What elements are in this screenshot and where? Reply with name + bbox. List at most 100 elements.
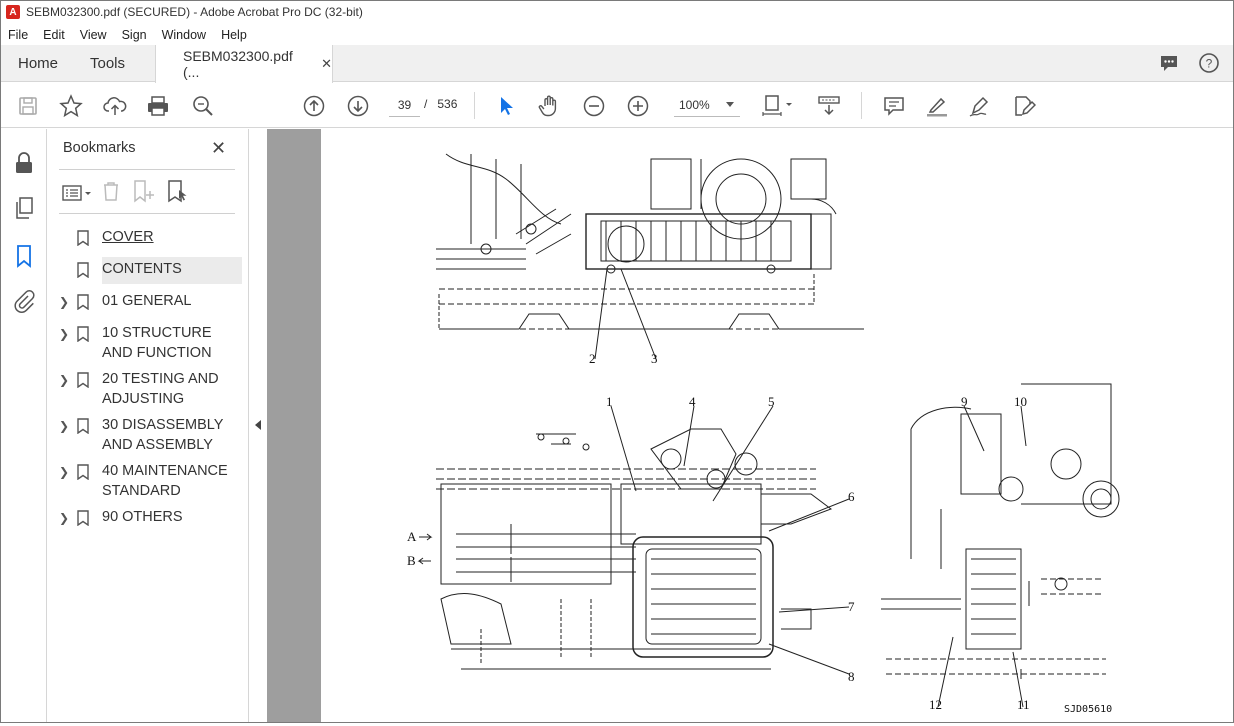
bookmark-icon (77, 507, 93, 532)
scroll-mode-icon[interactable] (816, 94, 842, 118)
bookmark-10-structure[interactable]: ❯ 10 STRUCTURE AND FUNCTION (48, 323, 248, 363)
bookmark-options-icon[interactable] (61, 183, 91, 203)
chevron-down-icon (726, 102, 734, 107)
acrobat-app-icon: A (6, 5, 20, 19)
bookmark-20-testing[interactable]: ❯ 20 TESTING AND ADJUSTING (48, 369, 248, 409)
bookmark-icon (77, 461, 93, 501)
menu-edit[interactable]: Edit (43, 28, 65, 42)
delete-bookmark-icon[interactable] (99, 179, 123, 206)
zoom-search-icon[interactable] (191, 94, 215, 118)
page-count: 536 (437, 97, 458, 111)
bookmark-label: COVER (102, 229, 154, 245)
bookmark-contents[interactable]: CONTENTS (48, 259, 248, 279)
next-page-icon[interactable] (346, 94, 370, 118)
engine-cooler-drawing: 2 3 1 4 5 6 7 8 9 10 11 12 A B SJD05610 (407, 153, 1120, 715)
expand-chevron-icon[interactable]: ❯ (59, 291, 77, 316)
zoom-level-select[interactable]: 100% (674, 93, 740, 117)
select-cursor-icon[interactable] (494, 94, 518, 118)
title-bar: A SEBM032300.pdf (SECURED) - Adobe Acrob… (0, 0, 1234, 24)
page-number-input[interactable]: 39 (389, 93, 420, 117)
page-fit-icon[interactable] (760, 94, 796, 118)
tab-bar: Home Tools SEBM032300.pdf (... ✕ ? (0, 45, 1234, 83)
callout-3: 3 (651, 351, 658, 366)
lock-icon[interactable] (12, 151, 36, 175)
bookmark-icon (77, 415, 93, 455)
attachments-paperclip-icon[interactable] (12, 289, 36, 313)
close-tab-icon[interactable]: ✕ (321, 56, 332, 72)
pdf-page: 2 3 1 4 5 6 7 8 9 10 11 12 A B SJD05610 (321, 129, 1234, 723)
previous-page-icon[interactable] (302, 94, 326, 118)
bookmarks-panel: Bookmarks ✕ COVER CONTENTS ❯ 01 GENERAL … (48, 129, 249, 723)
collapse-panel-icon[interactable] (255, 420, 261, 430)
zoom-in-icon[interactable] (626, 94, 650, 118)
bookmark-40-maintenance[interactable]: ❯ 40 MAINTENANCE STANDARD (48, 461, 248, 501)
expand-chevron-icon[interactable]: ❯ (59, 415, 77, 455)
bookmark-label: CONTENTS (102, 261, 182, 277)
fill-sign-icon[interactable] (1012, 94, 1036, 118)
new-bookmark-icon[interactable] (131, 179, 157, 206)
bookmark-01-general[interactable]: ❯ 01 GENERAL (48, 291, 248, 316)
hand-tool-icon[interactable] (538, 94, 562, 118)
callout-12: 12 (929, 697, 942, 712)
tab-document[interactable]: SEBM032300.pdf (... ✕ (155, 45, 333, 83)
help-icon[interactable]: ? (1198, 52, 1220, 74)
page-total-label: / 536 (424, 97, 457, 111)
bookmark-label: 30 DISASSEMBLY AND ASSEMBLY (102, 417, 224, 453)
zoom-out-icon[interactable] (582, 94, 606, 118)
tab-document-label: SEBM032300.pdf (... (183, 48, 293, 80)
bookmarks-panel-title: Bookmarks (63, 140, 136, 156)
close-panel-icon[interactable]: ✕ (211, 138, 226, 159)
menu-view[interactable]: View (80, 28, 107, 42)
svg-text:?: ? (1206, 57, 1213, 71)
bookmark-label: 20 TESTING AND ADJUSTING (102, 371, 219, 407)
bookmark-icon (77, 369, 93, 409)
bookmark-label: 01 GENERAL (102, 293, 192, 309)
window-title: SEBM032300.pdf (SECURED) - Adobe Acrobat… (26, 5, 363, 19)
highlight-pen-icon[interactable] (925, 94, 949, 118)
left-navigation-rail (0, 129, 47, 723)
flow-label-a: A (407, 529, 417, 544)
menu-help[interactable]: Help (221, 28, 247, 42)
upload-cloud-icon[interactable] (103, 94, 127, 118)
panel-divider (59, 169, 235, 170)
page-thumbnails-icon[interactable] (12, 196, 36, 220)
callout-10: 10 (1014, 394, 1027, 409)
bookmark-30-disassembly[interactable]: ❯ 30 DISASSEMBLY AND ASSEMBLY (48, 415, 248, 455)
save-icon[interactable] (16, 94, 40, 118)
bookmark-label: 40 MAINTENANCE STANDARD (102, 463, 228, 499)
bookmark-toolbar (61, 179, 191, 206)
menu-bar: File Edit View Sign Window Help (0, 24, 1234, 45)
callout-6: 6 (848, 489, 855, 504)
bookmark-star-icon[interactable] (59, 94, 83, 118)
draw-sign-icon[interactable] (968, 94, 992, 118)
tab-tools[interactable]: Tools (90, 45, 125, 82)
bookmark-chevron (59, 227, 77, 247)
add-comment-icon[interactable] (882, 94, 906, 118)
bookmark-from-selection-icon[interactable] (165, 179, 191, 206)
expand-chevron-icon[interactable]: ❯ (59, 461, 77, 501)
callout-4: 4 (689, 394, 696, 409)
bookmark-cover[interactable]: COVER (48, 227, 248, 247)
toolbar-divider (861, 92, 862, 119)
document-viewer[interactable]: 2 3 1 4 5 6 7 8 9 10 11 12 A B SJD05610 (267, 129, 1234, 723)
expand-chevron-icon[interactable]: ❯ (59, 507, 77, 532)
flow-label-b: B (407, 553, 416, 568)
print-icon[interactable] (146, 94, 170, 118)
tab-home[interactable]: Home (18, 45, 58, 82)
expand-chevron-icon[interactable]: ❯ (59, 323, 77, 363)
bookmark-label: 10 STRUCTURE AND FUNCTION (102, 325, 212, 361)
figure-id: SJD05610 (1064, 704, 1112, 715)
callout-11: 11 (1017, 697, 1030, 712)
bookmark-icon (77, 259, 93, 279)
menu-window[interactable]: Window (162, 28, 206, 42)
expand-chevron-icon[interactable]: ❯ (59, 369, 77, 409)
panel-splitter[interactable] (249, 129, 267, 723)
page-separator: / (424, 97, 428, 111)
comment-bubble-icon[interactable] (1158, 52, 1180, 74)
bookmark-90-others[interactable]: ❯ 90 OTHERS (48, 507, 248, 532)
callout-1: 1 (606, 394, 613, 409)
bookmark-label: 90 OTHERS (102, 509, 183, 525)
bookmarks-panel-icon[interactable] (12, 244, 36, 268)
menu-file[interactable]: File (8, 28, 28, 42)
menu-sign[interactable]: Sign (122, 28, 147, 42)
